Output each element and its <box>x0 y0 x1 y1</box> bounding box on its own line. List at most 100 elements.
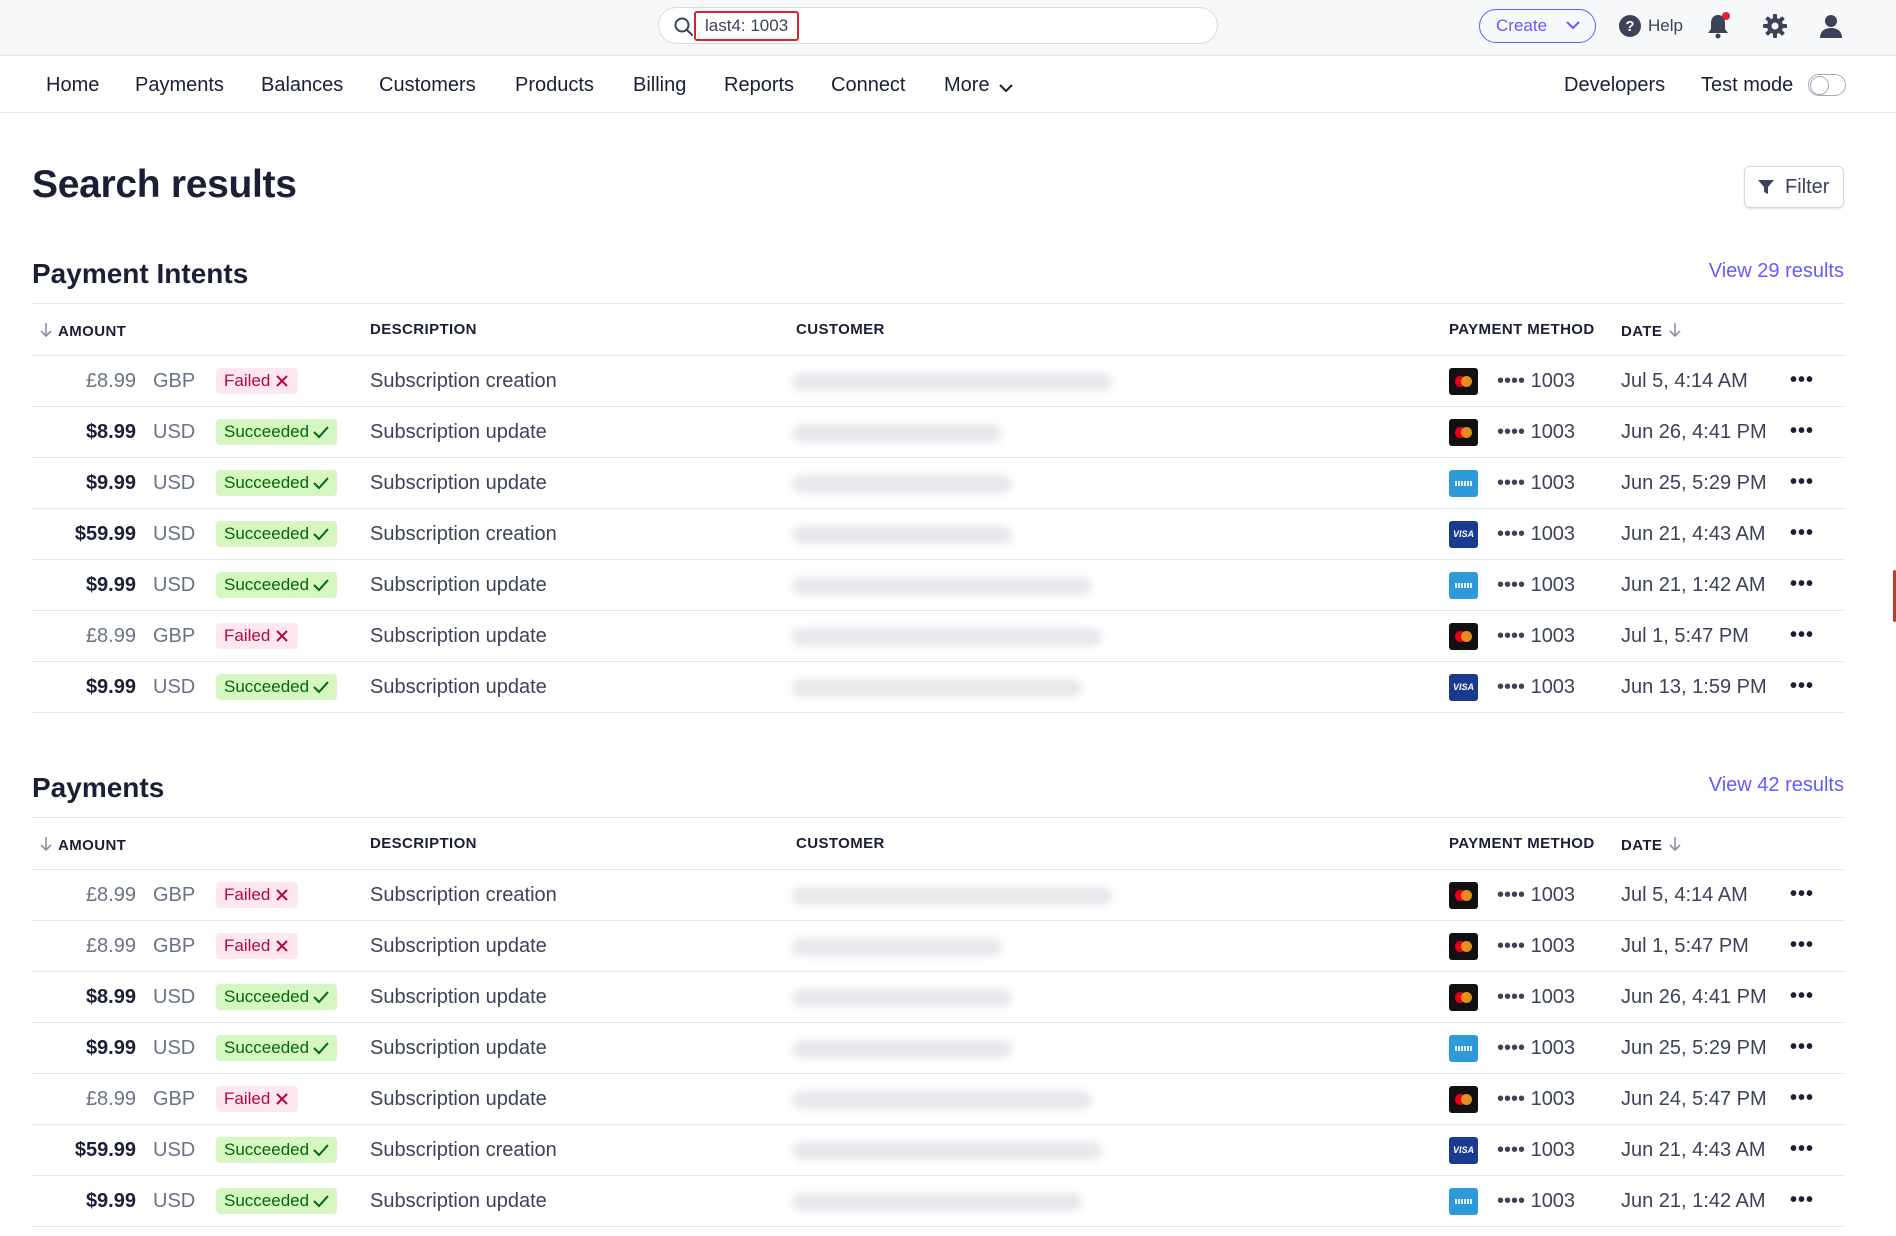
customer-redacted[interactable] <box>792 628 1102 646</box>
card-last4: •••• 1003 <box>1497 1190 1576 1212</box>
card-last4: •••• 1003 <box>1497 884 1576 906</box>
mastercard-icon <box>1449 882 1478 909</box>
status-badge: Succeeded <box>216 521 338 547</box>
table-row[interactable]: $8.99 USD Succeeded Subscription update … <box>32 407 1844 458</box>
view-payments-link[interactable]: View 42 results <box>1709 774 1844 797</box>
row-actions-ellipsis-icon[interactable]: ••• <box>1790 625 1814 645</box>
row-actions-ellipsis-icon[interactable]: ••• <box>1790 574 1814 594</box>
description: Subscription update <box>370 625 547 647</box>
row-actions-ellipsis-icon[interactable]: ••• <box>1790 935 1814 955</box>
amount: £8.99 <box>85 884 136 906</box>
customer-redacted[interactable] <box>792 887 1112 905</box>
currency: GBP <box>153 884 196 906</box>
customer-redacted[interactable] <box>792 577 1092 595</box>
table-row[interactable]: £8.99 GBP Failed Subscription creation •… <box>32 870 1844 921</box>
notification-bell-icon[interactable] <box>1706 12 1732 40</box>
nav-payments[interactable]: Payments <box>135 73 224 97</box>
amount-column-header[interactable]: AMOUNT <box>38 835 126 854</box>
row-actions-ellipsis-icon[interactable]: ••• <box>1790 1139 1814 1159</box>
test-mode-label: Test mode <box>1701 74 1794 96</box>
date: Jun 25, 5:29 PM <box>1621 472 1767 494</box>
status-badge: Failed <box>216 933 299 959</box>
row-actions-ellipsis-icon[interactable]: ••• <box>1790 421 1814 441</box>
arrow-down-icon <box>1669 323 1681 338</box>
table-row[interactable]: $8.99 USD Succeeded Subscription update … <box>32 972 1844 1023</box>
date-column-header[interactable]: DATE <box>1621 835 1683 854</box>
status-label: Succeeded <box>224 524 310 543</box>
section-title: Payment Intents <box>32 258 249 289</box>
description-column-header: DESCRIPTION <box>370 835 477 852</box>
checkmark-icon <box>313 579 329 592</box>
view-payment-intents-link[interactable]: View 29 results <box>1709 260 1844 283</box>
nav-developers[interactable]: Developers <box>1564 73 1665 97</box>
customer-redacted[interactable] <box>792 679 1082 697</box>
customer-redacted[interactable] <box>792 1091 1092 1109</box>
row-actions-ellipsis-icon[interactable]: ••• <box>1790 884 1814 904</box>
customer-redacted[interactable] <box>792 526 1012 544</box>
create-button[interactable]: Create <box>1479 9 1596 43</box>
help-button[interactable]: ? Help <box>1618 12 1683 40</box>
user-account-icon[interactable] <box>1817 12 1845 40</box>
nav-products[interactable]: Products <box>515 73 594 97</box>
table-row[interactable]: £8.99 GBP Failed Subscription update •••… <box>32 611 1844 662</box>
nav-reports[interactable]: Reports <box>724 73 794 97</box>
amount-column-header[interactable]: AMOUNT <box>38 321 126 340</box>
customer-redacted[interactable] <box>792 424 1002 442</box>
status-badge: Succeeded <box>216 572 338 598</box>
table-row[interactable]: £8.99 GBP Failed Subscription update •••… <box>32 921 1844 972</box>
row-actions-ellipsis-icon[interactable]: ••• <box>1790 986 1814 1006</box>
nav-connect[interactable]: Connect <box>831 73 906 97</box>
date-column-header[interactable]: DATE <box>1621 321 1683 340</box>
row-actions-ellipsis-icon[interactable]: ••• <box>1790 1190 1814 1210</box>
row-actions-ellipsis-icon[interactable]: ••• <box>1790 1088 1814 1108</box>
currency: USD <box>153 472 196 494</box>
card-last4: •••• 1003 <box>1497 625 1576 647</box>
description-column-header: DESCRIPTION <box>370 321 477 338</box>
amount: £8.99 <box>85 935 136 957</box>
table-row[interactable]: £8.99 GBP Failed Subscription creation •… <box>32 356 1844 407</box>
row-actions-ellipsis-icon[interactable]: ••• <box>1790 370 1814 390</box>
status-label: Succeeded <box>224 1191 310 1210</box>
table-row[interactable]: $59.99 USD Succeeded Subscription creati… <box>32 509 1844 560</box>
amount: £8.99 <box>85 625 136 647</box>
help-icon: ? <box>1619 15 1641 37</box>
table-row[interactable]: $9.99 USD Succeeded Subscription update … <box>32 662 1844 713</box>
customer-redacted[interactable] <box>792 373 1112 391</box>
nav-customers[interactable]: Customers <box>379 73 476 97</box>
row-actions-ellipsis-icon[interactable]: ••• <box>1790 523 1814 543</box>
description: Subscription update <box>370 421 547 443</box>
search-query[interactable]: last4: 1003 <box>694 11 800 41</box>
nav-more[interactable]: More <box>944 73 1014 97</box>
nav-billing[interactable]: Billing <box>633 73 686 97</box>
amount: $9.99 <box>85 472 136 494</box>
status-label: Failed <box>224 371 271 390</box>
customer-redacted[interactable] <box>792 1142 1102 1160</box>
row-actions-ellipsis-icon[interactable]: ••• <box>1790 472 1814 492</box>
customer-redacted[interactable] <box>792 1193 1082 1211</box>
nav-balances[interactable]: Balances <box>261 73 343 97</box>
payment-method-column-header: PAYMENT METHOD <box>1449 321 1595 338</box>
status-label: Succeeded <box>224 575 310 594</box>
customer-redacted[interactable] <box>792 475 1012 493</box>
customer-redacted[interactable] <box>792 989 1012 1007</box>
table-row[interactable]: $9.99 USD Succeeded Subscription update … <box>32 1176 1844 1227</box>
table-row[interactable]: $59.99 USD Succeeded Subscription creati… <box>32 1125 1844 1176</box>
row-actions-ellipsis-icon[interactable]: ••• <box>1790 1037 1814 1057</box>
status-badge: Succeeded <box>216 419 338 445</box>
status-label: Succeeded <box>224 1038 310 1057</box>
table-row[interactable]: $9.99 USD Succeeded Subscription update … <box>32 560 1844 611</box>
customer-redacted[interactable] <box>792 1040 1012 1058</box>
currency: USD <box>153 421 196 443</box>
table-row[interactable]: $9.99 USD Succeeded Subscription update … <box>32 458 1844 509</box>
nav-home[interactable]: Home <box>46 73 99 97</box>
table-row[interactable]: £8.99 GBP Failed Subscription update •••… <box>32 1074 1844 1125</box>
test-mode-toggle[interactable] <box>1808 74 1846 96</box>
search-bar[interactable]: last4: 1003 <box>658 7 1218 44</box>
customer-redacted[interactable] <box>792 938 1002 956</box>
settings-gear-icon[interactable] <box>1761 12 1789 40</box>
card-last4: •••• 1003 <box>1497 935 1576 957</box>
filter-button[interactable]: Filter <box>1744 166 1844 208</box>
row-actions-ellipsis-icon[interactable]: ••• <box>1790 676 1814 696</box>
currency: USD <box>153 1037 196 1059</box>
table-row[interactable]: $9.99 USD Succeeded Subscription update … <box>32 1023 1844 1074</box>
